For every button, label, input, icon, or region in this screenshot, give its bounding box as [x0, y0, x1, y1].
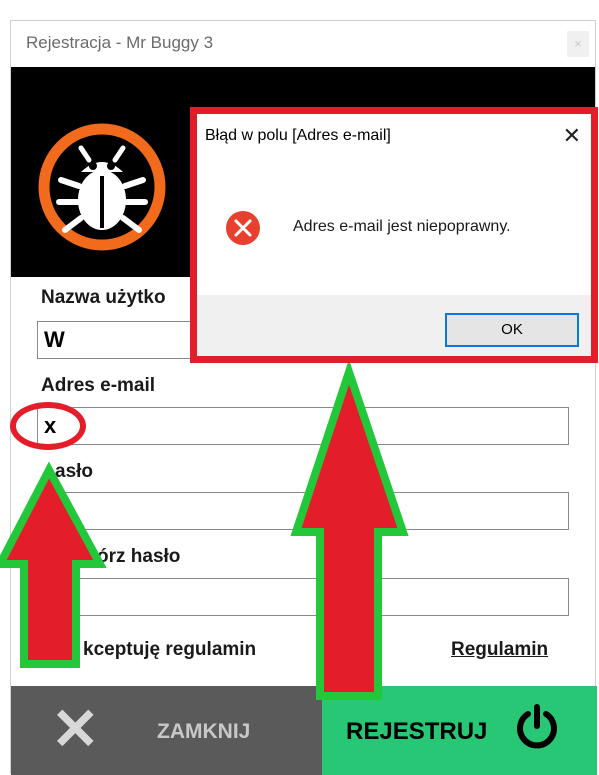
- dialog-body: Błąd w polu [Adres e-mail] ✕ Adres e-mai…: [197, 114, 591, 356]
- error-dialog: Błąd w polu [Adres e-mail] ✕ Adres e-mai…: [190, 107, 598, 363]
- right-annotation-arrow: [290, 359, 409, 700]
- error-icon: [226, 211, 260, 245]
- left-annotation-arrow: [0, 461, 107, 668]
- dialog-close-button[interactable]: ✕: [563, 123, 581, 149]
- ok-button[interactable]: OK: [445, 313, 579, 347]
- dialog-title: Błąd w polu [Adres e-mail]: [205, 127, 391, 144]
- dialog-message: Adres e-mail jest niepoprawny.: [293, 218, 511, 235]
